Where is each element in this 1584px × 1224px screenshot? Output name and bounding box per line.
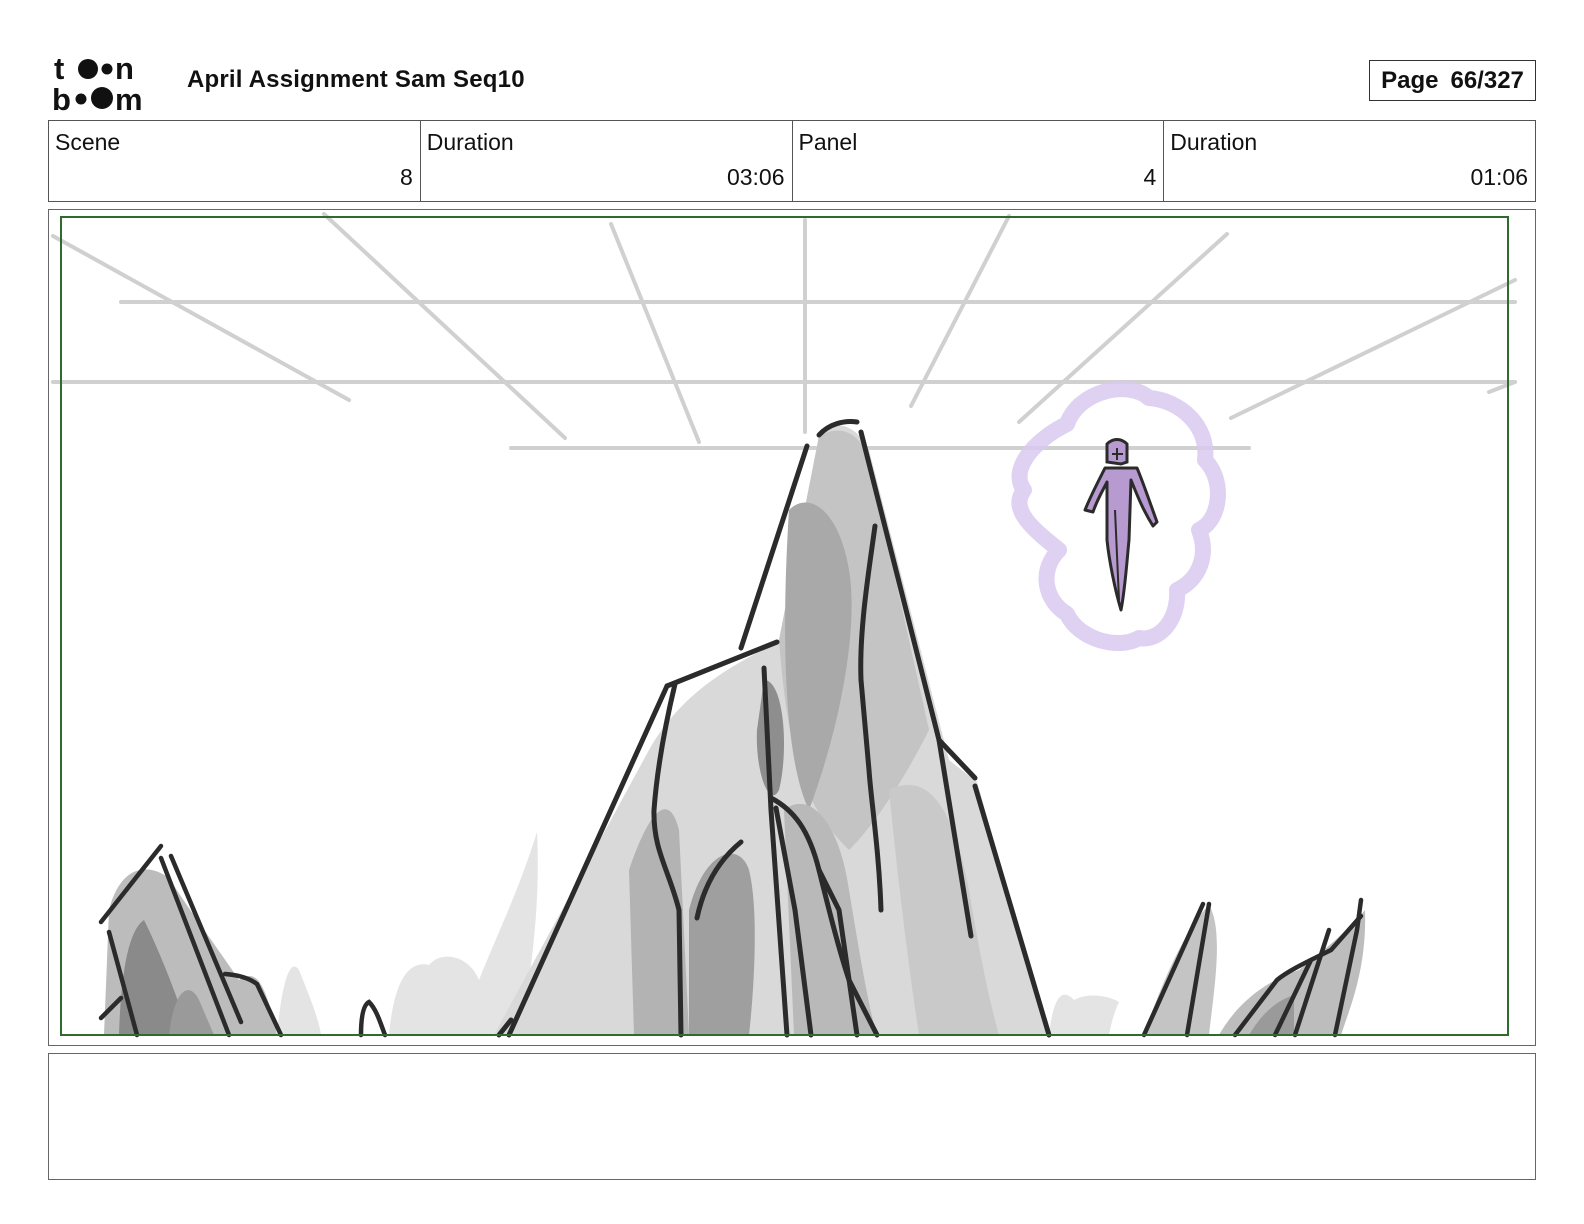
floating-figure <box>1011 381 1226 652</box>
scene-duration-cell: Duration 03:06 <box>421 121 793 201</box>
svg-text:b: b <box>52 82 71 112</box>
panel-info-table: Scene 8 Duration 03:06 Panel 4 Duration … <box>48 120 1536 202</box>
svg-text:m: m <box>115 82 143 112</box>
page-number: 66/327 <box>1450 66 1524 94</box>
scene-label: Scene <box>55 129 121 155</box>
central-peak <box>494 419 1052 1038</box>
right-rocks <box>1141 897 1366 1038</box>
scene-duration-label: Duration <box>426 129 514 155</box>
scene-duration-value: 03:06 <box>726 164 785 190</box>
logo-mark-icon: t n b m <box>52 51 143 117</box>
page-label: Page <box>1381 66 1439 94</box>
panel-duration-value: 01:06 <box>1470 164 1528 190</box>
toonboom-logo: t n b m <box>52 51 164 117</box>
panel-duration-cell: Duration 01:06 <box>1164 121 1535 201</box>
perspective-guides <box>51 212 1517 450</box>
scene-value: 8 <box>399 164 413 190</box>
svg-text:t: t <box>54 52 64 86</box>
panel-value: 4 <box>1143 164 1157 190</box>
project-title: April Assignment Sam Seq10 <box>187 66 525 93</box>
panel-label: Panel <box>798 129 858 155</box>
panel-duration-label: Duration <box>1170 129 1258 155</box>
scene-cell: Scene 8 <box>49 121 421 201</box>
storyboard-panel <box>48 209 1536 1046</box>
panel-cell: Panel 4 <box>793 121 1165 201</box>
page-indicator: Page 66/327 <box>1369 60 1536 101</box>
panel-notes-box[interactable] <box>48 1053 1536 1180</box>
panel-drawing <box>51 212 1517 1038</box>
left-rock <box>98 843 388 1038</box>
svg-text:n: n <box>115 52 134 86</box>
